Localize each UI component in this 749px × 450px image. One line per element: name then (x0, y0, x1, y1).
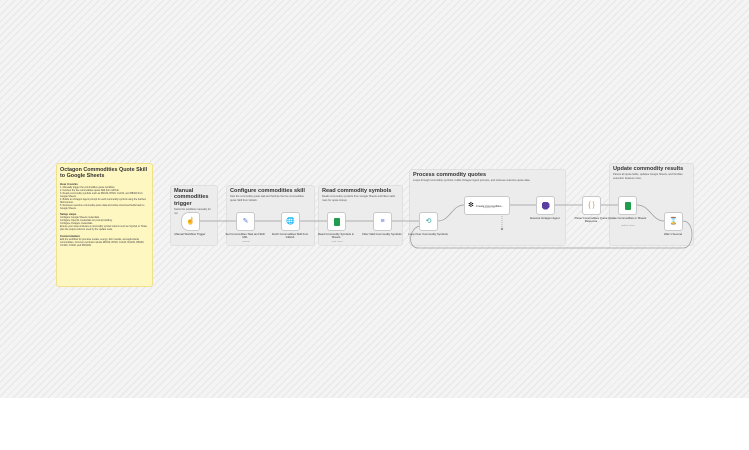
braces-icon: { } (588, 202, 595, 209)
pencil-icon: ✎ (242, 218, 249, 225)
filter-icon: ≡ (380, 218, 385, 225)
pointer-icon: ☝ (186, 218, 195, 225)
node-execute-agent[interactable] (536, 196, 555, 215)
node-sub: update: sheet (621, 225, 635, 227)
model-connector-dot (500, 227, 504, 231)
node-label: Loop Over Commodity Symbols (408, 232, 448, 236)
node-read-sheet[interactable] (327, 212, 346, 231)
loop-icon: ⟲ (425, 218, 432, 225)
node-label: Set Commodities Task and Skill URL (225, 232, 265, 240)
node-filter[interactable]: ≡ (373, 212, 392, 231)
sheet-icon (333, 217, 340, 226)
node-create-prompt[interactable]: ✼ Create Commodities... (464, 196, 510, 215)
node-update-sheet[interactable] (618, 196, 637, 215)
node-wait[interactable]: ⌛ (664, 212, 683, 231)
node-sub: read: sheet (331, 241, 343, 243)
sheet-icon (624, 201, 631, 210)
node-label: Read Commodity Symbols in Sheets (317, 232, 355, 240)
node-label: Wait 1 Second (663, 232, 683, 236)
node-label: Execute Octagon Agent (530, 216, 560, 220)
node-fetch-skill[interactable]: 🌐 (281, 212, 300, 231)
node-label: Manual Workflow Trigger (174, 232, 206, 236)
octagon-icon (541, 201, 550, 210)
node-manual-trigger[interactable]: ☝ (181, 212, 200, 231)
node-loop[interactable]: ⟲ (419, 212, 438, 231)
node-set-task[interactable]: ✎ (236, 212, 255, 231)
node-sub: manual (242, 241, 250, 243)
connection-loop-to-create (437, 204, 465, 222)
globe-icon: 🌐 (286, 218, 295, 225)
node-label: Fetch Commodities Skill from GitHub (271, 232, 309, 240)
workflow-canvas[interactable]: Octagon Commodities Quote Skill to Googl… (0, 0, 749, 398)
node-label: Filter Valid Commodity Symbols (362, 232, 402, 236)
node-sub: Request Full (482, 207, 496, 209)
openai-icon: ✼ (468, 202, 474, 209)
node-label: Update Commodities in Sheets (607, 216, 647, 220)
node-parse-response[interactable]: { } (582, 196, 601, 215)
connection-wait-to-loop (410, 220, 693, 249)
hourglass-icon: ⌛ (669, 218, 678, 225)
